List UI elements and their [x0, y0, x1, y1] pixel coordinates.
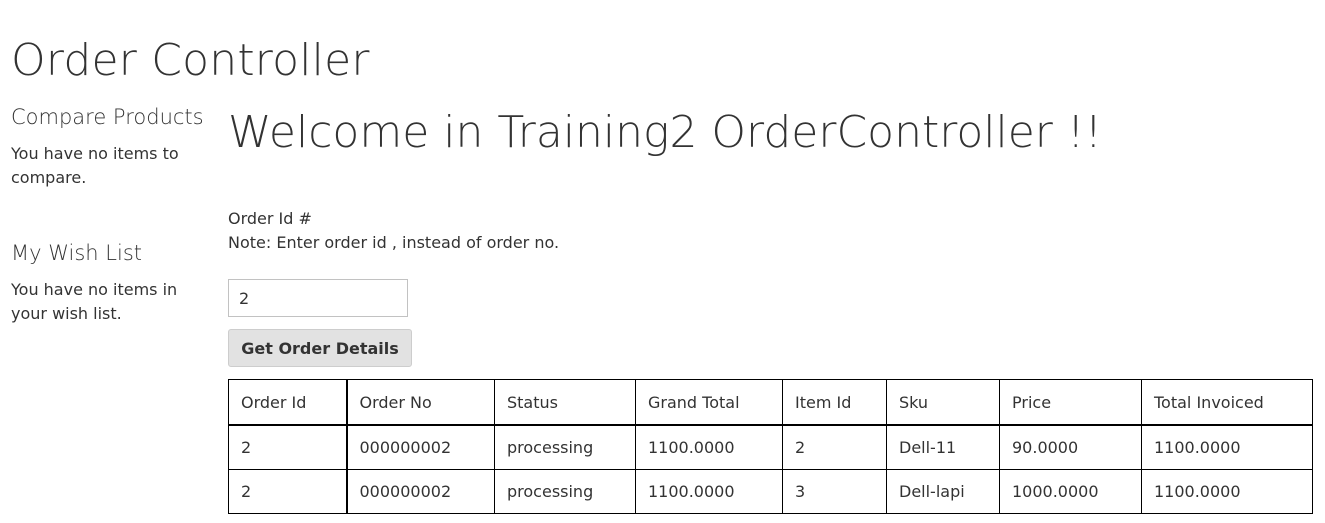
table-row: 2 000000002 processing 1100.0000 2 Dell-… [228, 424, 1313, 470]
compare-empty-message: You have no items to compare. [11, 144, 179, 187]
order-id-label: Order Id # [228, 209, 312, 228]
cell-status: processing [494, 469, 636, 514]
column-header-price: Price [999, 379, 1142, 426]
column-header-sku: Sku [886, 379, 1000, 426]
cell-item-id: 2 [782, 424, 887, 470]
sidebar: Compare Products You have no items to co… [11, 100, 206, 326]
main-content: Welcome in Training2 OrderController !! … [228, 100, 1313, 367]
cell-status: processing [494, 424, 636, 470]
cell-grand-total: 1100.0000 [635, 424, 783, 470]
column-header-order-id: Order Id [228, 379, 348, 426]
compare-products-block: Compare Products You have no items to co… [11, 100, 206, 190]
cell-sku: Dell-lapi [886, 469, 1000, 514]
page-title: Order Controller [11, 35, 370, 87]
cell-grand-total: 1100.0000 [635, 469, 783, 514]
cell-total-invoiced: 1100.0000 [1141, 424, 1313, 470]
cell-order-no: 000000002 [346, 424, 495, 470]
cell-price: 1000.0000 [999, 469, 1142, 514]
compare-products-title: Compare Products [11, 105, 204, 129]
column-header-grand-total: Grand Total [635, 379, 783, 426]
get-order-details-button[interactable]: Get Order Details [228, 329, 412, 367]
wish-list-block: My Wish List You have no items in your w… [11, 236, 206, 326]
cell-sku: Dell-11 [886, 424, 1000, 470]
wish-list-title: My Wish List [11, 241, 142, 265]
order-id-input[interactable] [228, 279, 408, 317]
wish-list-empty-message: You have no items in your wish list. [11, 280, 178, 323]
column-header-order-no: Order No [346, 379, 495, 426]
column-header-status: Status [494, 379, 636, 426]
cell-order-no: 000000002 [346, 469, 495, 514]
cell-price: 90.0000 [999, 424, 1142, 470]
column-header-item-id: Item Id [782, 379, 887, 426]
table-row: 2 000000002 processing 1100.0000 3 Dell-… [228, 469, 1313, 514]
cell-order-id: 2 [228, 424, 348, 470]
table-header-row: Order Id Order No Status Grand Total Ite… [228, 379, 1313, 426]
welcome-heading: Welcome in Training2 OrderController !! [228, 107, 1103, 158]
order-details-table: Order Id Order No Status Grand Total Ite… [228, 379, 1313, 514]
column-header-total-invoiced: Total Invoiced [1141, 379, 1313, 426]
order-id-note: Note: Enter order id , instead of order … [228, 233, 560, 252]
cell-item-id: 3 [782, 469, 887, 514]
cell-order-id: 2 [228, 469, 348, 514]
cell-total-invoiced: 1100.0000 [1141, 469, 1313, 514]
